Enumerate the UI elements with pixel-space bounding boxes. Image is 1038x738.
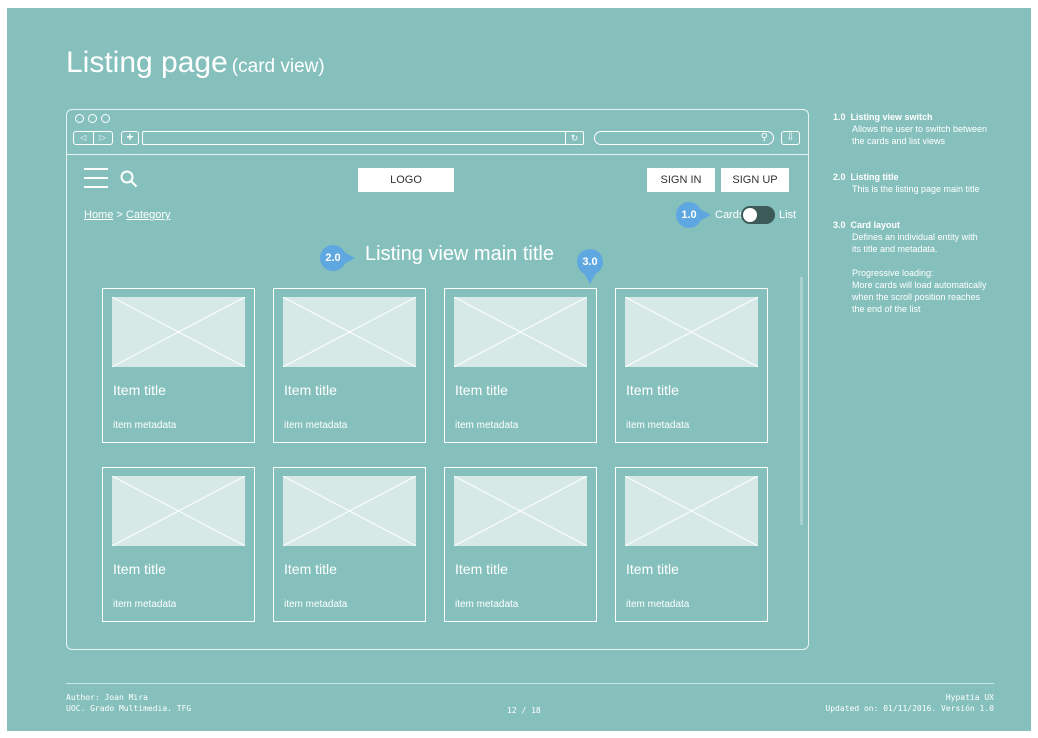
page-subtitle: (card view) (231, 56, 325, 77)
page-title: Listing page (card view) (66, 46, 325, 80)
footer-divider (66, 683, 994, 684)
reload-button[interactable]: ↻ (565, 132, 583, 144)
new-tab-button[interactable]: + (121, 131, 139, 145)
note-line: This is the listing page main title (852, 184, 980, 194)
sign-in-button[interactable]: SIGN IN (647, 168, 715, 192)
card-title: Item title (626, 382, 679, 398)
card-metadata: item metadata (455, 420, 519, 431)
card[interactable]: Item title item metadata (615, 288, 768, 443)
card-metadata: item metadata (626, 599, 690, 610)
footer-brand: Hypatia UX (945, 693, 994, 702)
footer-author: Author: Joan Mira (66, 693, 148, 702)
note-heading: 3.0 Card layout (833, 219, 987, 231)
note-title: Card layout (850, 220, 901, 230)
logo[interactable]: LOGO (358, 168, 454, 192)
note-number: 3.0 (833, 220, 846, 230)
card[interactable]: Item title item metadata (273, 467, 426, 622)
card-image-placeholder (454, 297, 587, 367)
card-title: Item title (113, 382, 166, 398)
address-bar[interactable]: ↻ (142, 131, 584, 145)
card-title: Item title (284, 561, 337, 577)
hamburger-menu-icon[interactable] (84, 168, 108, 188)
card-image-placeholder (283, 476, 416, 546)
view-switch-list-label[interactable]: List (779, 209, 796, 221)
card-title: Item title (455, 561, 508, 577)
toolbar-divider (67, 154, 808, 155)
card[interactable]: Item title item metadata (444, 288, 597, 443)
card-metadata: item metadata (284, 599, 348, 610)
footer-left: Author: Joan Mira UOC. Grado Multimedia.… (66, 692, 191, 714)
maximize-window-button[interactable] (101, 114, 110, 123)
card-metadata: item metadata (455, 599, 519, 610)
close-window-button[interactable] (75, 114, 84, 123)
annotation-marker-2: 2.0 (320, 245, 355, 271)
note-line: its title and metadata. (852, 244, 938, 254)
breadcrumb: Home > Category (84, 209, 171, 221)
card-metadata: item metadata (626, 420, 690, 431)
note-line: More cards will load automatically (852, 280, 987, 290)
view-switch-toggle[interactable] (741, 206, 775, 224)
card[interactable]: Item title item metadata (273, 288, 426, 443)
card-title: Item title (455, 382, 508, 398)
forward-button[interactable]: ▷ (92, 132, 113, 144)
card-metadata: item metadata (113, 420, 177, 431)
listing-title: Listing view main title (365, 243, 554, 265)
note-title: Listing view switch (850, 112, 933, 122)
breadcrumb-home-link[interactable]: Home (84, 209, 113, 221)
note-card-layout: 3.0 Card layout Defines an individual en… (833, 219, 987, 315)
browser-search-field[interactable]: ⚲ (594, 131, 774, 145)
card-image-placeholder (112, 297, 245, 367)
card-image-placeholder (112, 476, 245, 546)
card[interactable]: Item title item metadata (102, 467, 255, 622)
search-icon[interactable] (120, 170, 138, 188)
note-title: Listing title (850, 172, 899, 182)
note-number: 1.0 (833, 112, 846, 122)
history-nav: ◁ ▷ (73, 131, 113, 145)
annotation-marker-1: 1.0 (676, 202, 711, 228)
minimize-window-button[interactable] (88, 114, 97, 123)
footer-updated: Updated on: 01/11/2016. Versión 1.0 (825, 704, 994, 713)
back-button[interactable]: ◁ (74, 132, 93, 144)
breadcrumb-separator: > (116, 209, 123, 221)
card-title: Item title (113, 561, 166, 577)
card-image-placeholder (454, 476, 587, 546)
note-heading: 1.0 Listing view switch (833, 111, 987, 123)
footer-page-number: 12 / 18 (507, 706, 541, 715)
browser-search-icon: ⚲ (760, 132, 768, 143)
wireframe-slide: Listing page (card view) ◁ ▷ + ↻ ⚲ ⇩ LOGO… (7, 8, 1031, 731)
card-image-placeholder (625, 476, 758, 546)
view-switch-cards-label[interactable]: Cards (715, 209, 744, 221)
card-metadata: item metadata (113, 599, 177, 610)
note-line: the end of the list (852, 304, 921, 314)
window-controls (75, 114, 110, 123)
note-line: Progressive loading: (852, 268, 934, 278)
browser-window: ◁ ▷ + ↻ ⚲ ⇩ LOGO SIGN IN SIGN UP Home > … (66, 109, 809, 650)
download-button[interactable]: ⇩ (781, 131, 800, 145)
scrollbar[interactable] (800, 277, 803, 525)
page-title-text: Listing page (66, 46, 228, 79)
sign-up-button[interactable]: SIGN UP (721, 168, 789, 192)
toggle-knob (743, 208, 757, 222)
card[interactable]: Item title item metadata (615, 467, 768, 622)
note-line: Allows the user to switch between (852, 124, 988, 134)
annotation-marker-3: 3.0 (577, 249, 603, 284)
footer-org: UOC. Grado Multimedia. TFG (66, 704, 192, 713)
card-image-placeholder (625, 297, 758, 367)
note-line: when the scroll position reaches (852, 292, 981, 302)
card-title: Item title (626, 561, 679, 577)
note-number: 2.0 (833, 172, 846, 182)
note-line: the cards and list views (852, 136, 946, 146)
card-image-placeholder (283, 297, 416, 367)
card[interactable]: Item title item metadata (444, 467, 597, 622)
note-listing-title: 2.0 Listing title This is the listing pa… (833, 171, 980, 195)
footer-right: Hypatia UX Updated on: 01/11/2016. Versi… (825, 692, 994, 714)
note-heading: 2.0 Listing title (833, 171, 980, 183)
card-metadata: item metadata (284, 420, 348, 431)
note-listing-view-switch: 1.0 Listing view switch Allows the user … (833, 111, 987, 147)
note-line (833, 255, 987, 267)
note-line: Defines an individual entity with (852, 232, 978, 242)
card-title: Item title (284, 382, 337, 398)
breadcrumb-category-link[interactable]: Category (126, 209, 171, 221)
card[interactable]: Item title item metadata (102, 288, 255, 443)
